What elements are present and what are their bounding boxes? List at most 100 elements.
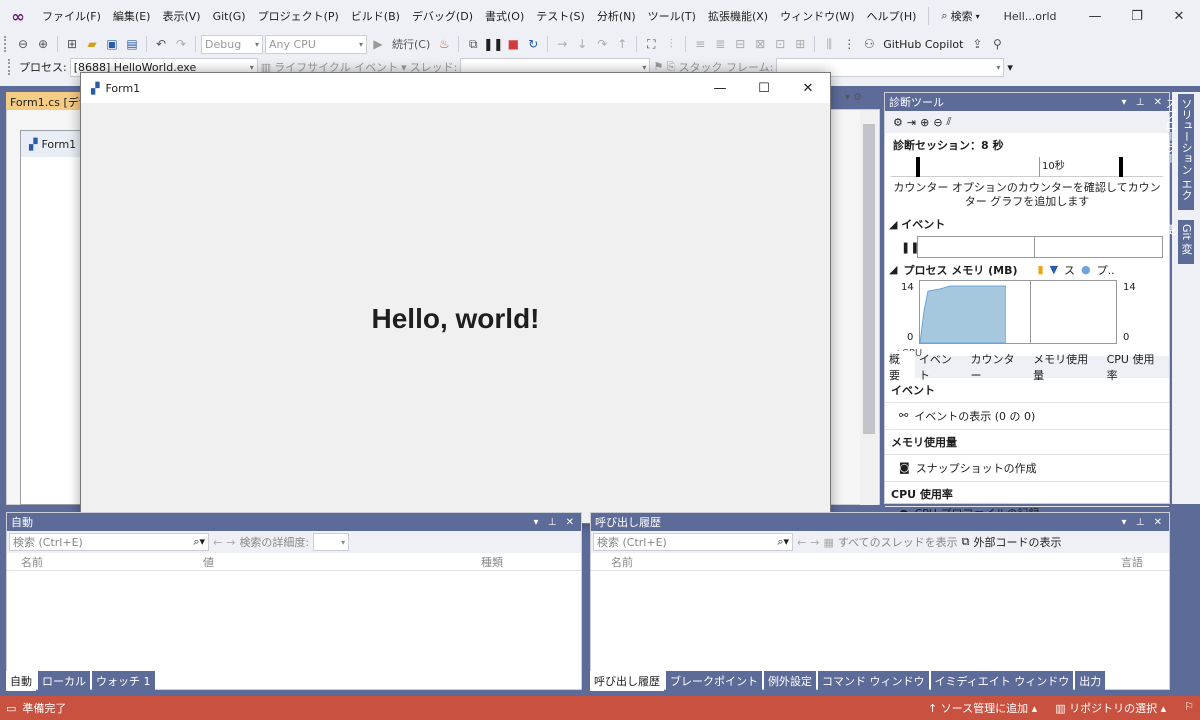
continue-button[interactable]: 続行(C) [389, 36, 433, 52]
step-out-icon[interactable]: ↑ [613, 35, 631, 53]
thread-icon[interactable]: ⫶ [662, 35, 680, 53]
close-button[interactable]: ✕ [1158, 0, 1200, 32]
col-language[interactable]: 言語 [1121, 554, 1143, 570]
menu-project[interactable]: プロジェクト(P) [252, 0, 345, 32]
show-events-link[interactable]: ⚯ イベントの表示 (0 の 0) [885, 403, 1169, 430]
panel-window-controls[interactable]: ▾ ⊥ ✕ [1122, 517, 1165, 528]
tab-call-stack[interactable]: 呼び出し履歴 [590, 671, 664, 691]
step-into-icon[interactable]: ↓ [573, 35, 591, 53]
save-icon[interactable]: ▣ [103, 35, 121, 53]
events-section-header[interactable]: ◢ イベント [885, 214, 1169, 234]
new-project-icon[interactable]: ⊞ [63, 35, 81, 53]
autos-search-input[interactable]: 検索 (Ctrl+E) ⌕▾ [9, 533, 209, 551]
memory-chart[interactable]: 14 0 14 0 [891, 279, 1163, 348]
form1-close-button[interactable]: ✕ [786, 73, 830, 103]
step-over-icon[interactable]: ↷ [593, 35, 611, 53]
feedback-icon[interactable]: ⚲ [988, 35, 1006, 53]
col-value[interactable]: 値 [197, 554, 475, 570]
search-depth-select[interactable]: ▾ [313, 533, 350, 551]
select-tools-icon[interactable]: ⇥ [907, 116, 916, 129]
editor-scrollbar[interactable] [860, 110, 878, 505]
forward-icon[interactable]: ⊕ [34, 35, 52, 53]
stop-icon[interactable]: ■ [504, 35, 522, 53]
solution-config-select[interactable]: Debug ▾ [201, 34, 263, 54]
menu-extensions[interactable]: 拡張機能(X) [702, 0, 774, 32]
tab-overflow-icon[interactable]: ▾ ⚙ [845, 92, 862, 103]
search-button[interactable]: ⌕ 検索 ▾ [935, 8, 985, 24]
take-snapshot-button[interactable]: ◙ スナップショットの作成 [885, 455, 1169, 482]
uncomment-icon[interactable]: ≣ [711, 35, 729, 53]
comment-icon[interactable]: ≡ [691, 35, 709, 53]
tab-autos[interactable]: 自動 [6, 671, 36, 691]
tab-cpu-usage[interactable]: CPU 使用率 [1103, 351, 1169, 383]
forward-icon[interactable]: → [810, 536, 819, 549]
session-timeline[interactable]: 10秒 [891, 157, 1163, 177]
restore-button[interactable]: ❐ [1116, 0, 1158, 32]
events-timeline-bar[interactable] [917, 235, 1163, 258]
bookmark-next-icon[interactable]: ⊡ [771, 35, 789, 53]
scrollbar-thumb[interactable] [863, 124, 875, 434]
add-to-source-control-button[interactable]: ↑ ソース管理に追加 ▴ [928, 700, 1037, 716]
toolbar-grip[interactable] [8, 59, 12, 75]
toolbar-grip[interactable] [4, 36, 8, 52]
call-stack-search-input[interactable]: 検索 (Ctrl+E) ⌕▾ [593, 533, 793, 551]
menu-build[interactable]: ビルド(B) [345, 0, 406, 32]
menu-help[interactable]: ヘルプ(H) [861, 0, 923, 32]
menu-format[interactable]: 書式(O) [479, 0, 530, 32]
reset-view-icon[interactable]: ⫽ [947, 115, 952, 129]
form1-minimize-button[interactable]: — [698, 73, 742, 103]
toolbar-overflow-icon[interactable]: ▾ [1007, 61, 1013, 74]
tab-immediate-window[interactable]: イミディエイト ウィンドウ [930, 671, 1074, 691]
tab-memory-usage[interactable]: メモリ使用量 [1029, 351, 1103, 383]
zoom-in-icon[interactable]: ⊕ [920, 116, 929, 129]
col-name[interactable]: 名前 [591, 554, 1121, 570]
hex-display-icon[interactable]: ⛶ [642, 35, 660, 53]
col-name[interactable]: 名前 [7, 554, 197, 570]
tab-breakpoints[interactable]: ブレークポイント [666, 671, 762, 691]
back-icon[interactable]: ⊖ [14, 35, 32, 53]
panel-window-controls[interactable]: ▾ ⊥ ✕ [534, 517, 577, 528]
tab-output[interactable]: 出力 [1075, 671, 1106, 691]
bookmark-clear-icon[interactable]: ⊞ [791, 35, 809, 53]
menu-test[interactable]: テスト(S) [530, 0, 591, 32]
minimize-button[interactable]: — [1074, 0, 1116, 32]
open-folder-icon[interactable]: ▰ [83, 35, 101, 53]
bookmark-prev-icon[interactable]: ⊠ [751, 35, 769, 53]
menu-edit[interactable]: 編集(E) [107, 0, 157, 32]
save-all-icon[interactable]: ▤ [123, 35, 141, 53]
tab-summary[interactable]: 概要 [885, 350, 915, 383]
tab-locals[interactable]: ローカル [38, 671, 90, 691]
redo-icon[interactable]: ↷ [172, 35, 190, 53]
tab-solution-explorer[interactable]: ソリューション エクスプローラー [1164, 94, 1194, 210]
play-icon[interactable]: ▶ [369, 35, 387, 53]
copilot-button[interactable]: GitHub Copilot [880, 38, 966, 51]
tab-events[interactable]: イベント [915, 351, 967, 383]
restart-icon[interactable]: ↻ [524, 35, 542, 53]
pause-icon[interactable]: ❚❚ [483, 35, 503, 53]
back-icon[interactable]: ← [797, 536, 806, 549]
form1-window[interactable]: ▞ Form1 — ☐ ✕ Hello, world! [80, 72, 831, 524]
layout-icon[interactable]: ⫼ [820, 35, 838, 53]
show-all-threads-button[interactable]: すべてのスレッドを表示 [838, 534, 958, 550]
align-icon[interactable]: ⋮ [840, 35, 858, 53]
undo-icon[interactable]: ↶ [152, 35, 170, 53]
menu-debug[interactable]: デバッグ(D) [406, 0, 479, 32]
visual-studio-logo-icon[interactable]: ∞ [0, 0, 36, 32]
show-external-code-button[interactable]: 外部コードの表示 [974, 534, 1062, 550]
menu-git[interactable]: Git(G) [207, 0, 252, 32]
browser-link-icon[interactable]: ⧉ [464, 35, 482, 53]
tab-command-window[interactable]: コマンド ウィンドウ [818, 671, 929, 691]
menu-view[interactable]: 表示(V) [156, 0, 206, 32]
zoom-out-icon[interactable]: ⊖ [933, 116, 942, 129]
memory-section-header[interactable]: ◢ プロセス メモリ (MB) ▮ ▼ ス ● プ.. [885, 260, 1169, 280]
show-next-statement-icon[interactable]: → [553, 35, 571, 53]
form1-maximize-button[interactable]: ☐ [742, 73, 786, 103]
panel-window-controls[interactable]: ▾ ⊥ ✕ [1122, 97, 1165, 108]
platform-select[interactable]: Any CPU ▾ [265, 34, 367, 54]
select-repository-button[interactable]: ▥ リポジトリの選択 ▴ [1055, 700, 1166, 716]
back-icon[interactable]: ← [213, 536, 222, 549]
menu-file[interactable]: ファイル(F) [36, 0, 107, 32]
menu-window[interactable]: ウィンドウ(W) [774, 0, 860, 32]
form1-titlebar[interactable]: ▞ Form1 — ☐ ✕ [81, 73, 830, 103]
settings-gear-icon[interactable]: ⚙ [893, 116, 903, 129]
